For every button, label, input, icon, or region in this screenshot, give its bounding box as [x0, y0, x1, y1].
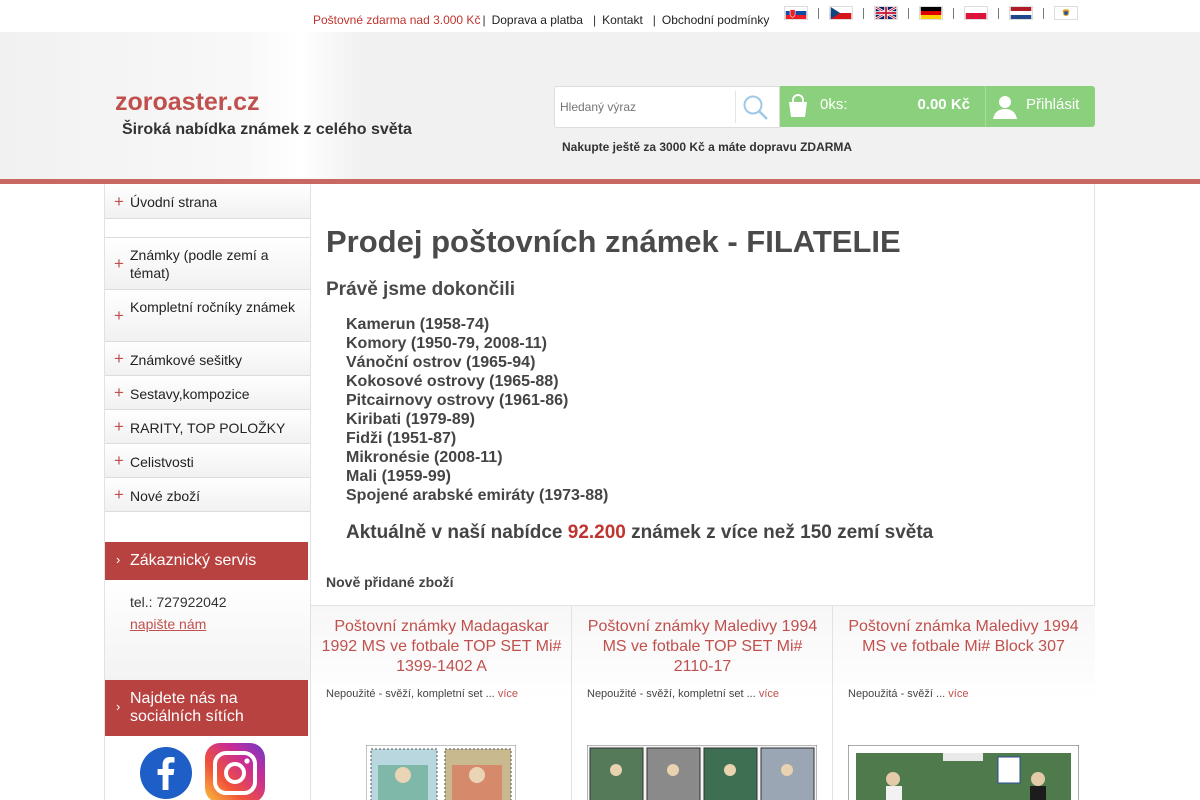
top-links: Poštovné zdarma nad 3.000 Kč | Doprava a… — [313, 13, 770, 27]
link-terms[interactable]: Obchodní podmínky — [662, 13, 769, 27]
new-items-heading: Nově přidané zboží — [326, 574, 454, 590]
sidebar-item-home[interactable]: + Úvodní strana — [105, 184, 310, 219]
user-icon — [993, 96, 1017, 119]
product-title[interactable]: Poštovní známky Madagaskar 1992 MS ve fo… — [321, 617, 562, 677]
social-panel: › Najdete nás na sociálních sítích — [105, 680, 308, 736]
flag-poland-icon[interactable] — [964, 6, 988, 20]
cart-button[interactable]: 0ks: 0.00 Kč — [780, 86, 985, 127]
language-flags — [784, 6, 1078, 20]
site-tagline: Široká nabídka známek z celého světa — [122, 121, 412, 138]
more-link[interactable]: více — [498, 688, 518, 700]
contact-box: tel.: 727922042 napište nám — [105, 580, 310, 680]
product-image[interactable] — [366, 745, 516, 800]
instagram-icon[interactable] — [203, 743, 267, 800]
search-input[interactable] — [560, 97, 730, 117]
page-title: Prodej poštovních známek - FILATELIE — [326, 224, 901, 259]
plus-icon: + — [114, 485, 124, 504]
product-card: Poštovní známka Maledivy 1994 MS ve fotb… — [833, 606, 1095, 800]
flag-uk-icon[interactable] — [874, 6, 898, 20]
login-label: Přihlásit — [1026, 96, 1080, 113]
chevron-right-icon: › — [116, 699, 121, 714]
flag-czech-icon[interactable] — [829, 6, 853, 20]
sidebar-item-postal-stationery[interactable]: + Celistvosti — [105, 443, 310, 478]
offer-count: 92.200 — [567, 522, 626, 543]
more-link[interactable]: více — [759, 688, 779, 700]
product-grid: Poštovní známky Madagaskar 1992 MS ve fo… — [311, 605, 1095, 800]
shopping-bag-icon — [789, 94, 807, 117]
sidebar-item-sets[interactable]: + Sestavy,kompozice — [105, 375, 310, 410]
list-item: Pitcairnovy ostrovy (1961-86) — [346, 392, 569, 409]
facebook-icon[interactable] — [139, 746, 193, 800]
list-item: Kamerun (1958-74) — [346, 316, 490, 333]
flag-germany-icon[interactable] — [919, 6, 943, 20]
social-icons — [139, 743, 267, 800]
more-link[interactable]: více — [948, 688, 968, 700]
offer-statement: Aktuálně v naší nabídce 92.200 známek z … — [346, 522, 934, 543]
product-image[interactable] — [587, 745, 817, 800]
sidebar: + Úvodní strana + Známky (podle zemí a t… — [104, 184, 310, 800]
plus-icon: + — [114, 306, 124, 325]
product-description: Nepoužitá - svěží ... více — [848, 688, 969, 700]
site-logo[interactable]: zoroaster.cz — [115, 88, 260, 117]
flag-virgin-islands-icon[interactable] — [1054, 6, 1078, 20]
sidebar-item-rarities[interactable]: + RARITY, TOP POLOŽKY — [105, 409, 310, 444]
list-item: Vánoční ostrov (1965-94) — [346, 354, 536, 371]
list-item: Mikronésie (2008-11) — [346, 449, 503, 466]
link-shipping-payment[interactable]: Doprava a platba — [492, 13, 583, 27]
plus-icon: + — [114, 349, 124, 368]
search-icon[interactable] — [741, 93, 771, 123]
site-header: zoroaster.cz Široká nabídka známek z cel… — [0, 32, 1200, 180]
list-item: Mali (1959-99) — [346, 468, 451, 485]
product-card: Poštovní známky Madagaskar 1992 MS ve fo… — [311, 606, 572, 800]
cart-count: 0ks: — [820, 96, 848, 113]
free-shipping-promo: Poštovné zdarma nad 3.000 Kč — [313, 13, 481, 27]
section-subtitle: Právě jsme dokončili — [326, 279, 516, 300]
product-description: Nepoužité - svěží, kompletní set ... víc… — [326, 688, 518, 700]
list-item: Fidži (1951-87) — [346, 430, 457, 447]
flag-netherlands-icon[interactable] — [1009, 6, 1033, 20]
product-title[interactable]: Poštovní známky Maledivy 1994 MS ve fotb… — [582, 617, 823, 677]
cart-total: 0.00 Kč — [917, 96, 970, 113]
sidebar-item-stamps-by-country[interactable]: + Známky (podle zemí a témat) — [105, 237, 310, 290]
sidebar-item-complete-years[interactable]: + Kompletní ročníky známek — [105, 289, 310, 342]
list-item: Spojené arabské emiráty (1973-88) — [346, 487, 609, 504]
list-item: Kokosové ostrovy (1965-88) — [346, 373, 559, 390]
product-title[interactable]: Poštovní známka Maledivy 1994 MS ve fotb… — [843, 617, 1084, 657]
sidebar-item-new-items[interactable]: + Nové zboží — [105, 477, 310, 512]
list-item: Kiribati (1979-89) — [346, 411, 475, 428]
chevron-right-icon: › — [116, 552, 121, 567]
top-bar: Poštovné zdarma nad 3.000 Kč | Doprava a… — [0, 0, 1200, 32]
product-description: Nepoužité - svěží, kompletní set ... víc… — [587, 688, 779, 700]
plus-icon: + — [114, 192, 124, 211]
sidebar-item-booklets[interactable]: + Známkové sešitky — [105, 341, 310, 376]
link-contact[interactable]: Kontakt — [602, 13, 643, 27]
product-card: Poštovní známky Maledivy 1994 MS ve fotb… — [572, 606, 833, 800]
main-content: Prodej poštovních známek - FILATELIE Prá… — [310, 184, 1095, 800]
plus-icon: + — [114, 417, 124, 436]
customer-service-panel: › Zákaznický servis — [105, 542, 308, 580]
write-us-link[interactable]: napište nám — [130, 616, 206, 632]
flag-slovakia-icon[interactable] — [784, 6, 808, 20]
search-box — [554, 86, 780, 128]
product-image[interactable] — [848, 745, 1079, 800]
shipping-note: Nakupte ještě za 3000 Kč a máte dopravu … — [562, 140, 853, 154]
phone-number: tel.: 727922042 — [130, 594, 227, 610]
list-item: Komory (1950-79, 2008-11) — [346, 335, 547, 352]
plus-icon: + — [114, 254, 124, 273]
completed-countries-list: Kamerun (1958-74) Komory (1950-79, 2008-… — [346, 315, 608, 505]
plus-icon: + — [114, 383, 124, 402]
login-button[interactable]: Přihlásit — [985, 86, 1095, 127]
plus-icon: + — [114, 451, 124, 470]
